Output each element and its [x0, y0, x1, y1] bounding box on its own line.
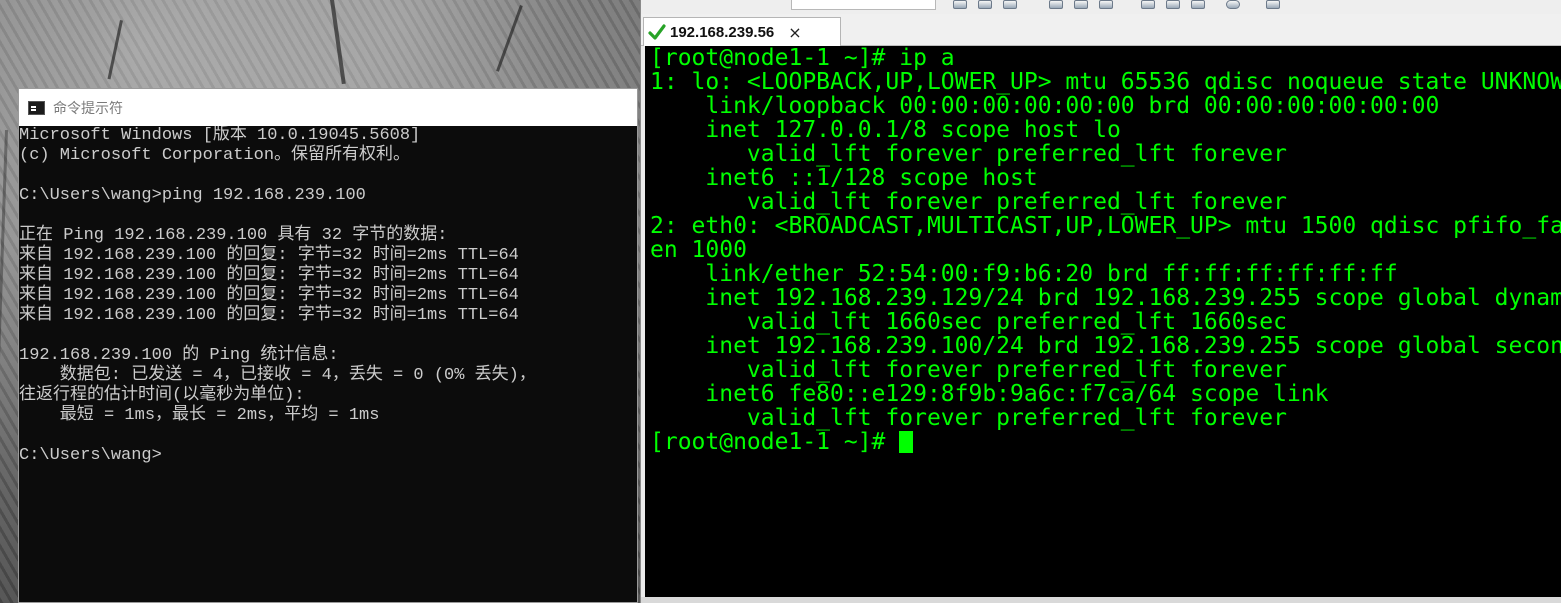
terminal-screen[interactable]: [root@node1-1 ~]# ip a 1: lo: <LOOPBACK,U…	[645, 46, 1561, 597]
terminal-output-line: inet6 ::1/128 scope host	[650, 165, 1038, 191]
cmd-output-line	[19, 206, 637, 226]
cmd-output-line: C:\Users\wang>ping 192.168.239.100	[19, 186, 366, 205]
terminal-output-line: link/ether 52:54:00:f9:b6:20 brd ff:ff:f…	[650, 261, 1398, 287]
terminal-output-line: link/loopback 00:00:00:00:00:00 brd 00:0…	[650, 93, 1440, 119]
wallpaper-crack	[496, 5, 523, 72]
terminal-cursor	[899, 431, 914, 453]
cmd-output-line: 来自 192.168.239.100 的回复: 字节=32 时间=2ms TTL…	[19, 286, 519, 305]
toolbar-button[interactable]	[1049, 0, 1063, 9]
toolbar-button[interactable]	[1074, 0, 1088, 9]
toolbar-button[interactable]	[1099, 0, 1113, 9]
wallpaper-crack	[330, 0, 346, 85]
console-icon	[28, 100, 45, 115]
cmd-output[interactable]: Microsoft Windows [版本 10.0.19045.5608] (c…	[19, 126, 637, 603]
terminal-output[interactable]: [root@node1-1 ~]# ip a 1: lo: <LOOPBACK,U…	[645, 46, 1561, 430]
session-tab-bar: 192.168.239.56 ×	[641, 14, 1561, 46]
cmd-output-line: 来自 192.168.239.100 的回复: 字节=32 时间=1ms TTL…	[19, 306, 519, 325]
close-icon[interactable]: ×	[788, 23, 801, 42]
ssh-terminal-app: 192.168.239.56 × [root@node1-1 ~]# ip a1…	[640, 0, 1561, 603]
cmd-output-line: 往返行程的估计时间(以毫秒为单位):	[19, 386, 305, 405]
cmd-output-line	[19, 326, 637, 346]
terminal-prompt-line[interactable]: [root@node1-1 ~]#	[645, 430, 1561, 454]
cmd-title-bar[interactable]: 命令提示符	[19, 89, 637, 126]
session-tab[interactable]: 192.168.239.56 ×	[643, 17, 841, 46]
toolbar-address-input[interactable]	[791, 0, 936, 10]
terminal-output-line: inet 192.168.239.100/24 brd 192.168.239.…	[650, 333, 1561, 359]
cmd-output-line: 正在 Ping 192.168.239.100 具有 32 字节的数据:	[19, 226, 448, 245]
terminal-output-line: valid_lft 1660sec preferred_lft 1660sec	[650, 309, 1287, 335]
terminal-toolbar	[641, 0, 1561, 14]
cmd-output-line	[19, 166, 637, 186]
toolbar-button[interactable]	[1191, 0, 1205, 9]
cmd-output-line: 来自 192.168.239.100 的回复: 字节=32 时间=2ms TTL…	[19, 266, 519, 285]
cmd-output-line: 来自 192.168.239.100 的回复: 字节=32 时间=2ms TTL…	[19, 246, 519, 265]
toolbar-button[interactable]	[1266, 0, 1280, 9]
cmd-output-line: 最短 = 1ms，最长 = 2ms，平均 = 1ms	[19, 406, 380, 425]
toolbar-button[interactable]	[1141, 0, 1155, 9]
terminal-output-line: inet6 fe80::e129:8f9b:9a6c:f7ca/64 scope…	[650, 381, 1329, 407]
terminal-prompt: [root@node1-1 ~]#	[650, 429, 886, 455]
terminal-output-line: valid_lft forever preferred_lft forever	[650, 141, 1287, 167]
cmd-window-title: 命令提示符	[53, 100, 123, 117]
toolbar-button[interactable]	[1003, 0, 1017, 9]
wallpaper-crack	[0, 130, 8, 600]
terminal-output-line: 1: lo: <LOOPBACK,UP,LOWER_UP> mtu 65536 …	[650, 69, 1561, 95]
terminal-output-line: [root@node1-1 ~]# ip a	[650, 46, 955, 71]
toolbar-button[interactable]	[978, 0, 992, 9]
toolbar-button[interactable]	[953, 0, 967, 9]
toolbar-button[interactable]	[1166, 0, 1180, 9]
cmd-output-line: Microsoft Windows [版本 10.0.19045.5608]	[19, 126, 421, 145]
terminal-output-line: valid_lft forever preferred_lft forever	[650, 189, 1287, 215]
session-tab-label: 192.168.239.56	[670, 23, 775, 41]
terminal-status-bar	[641, 597, 1561, 603]
cmd-output-line: 192.168.239.100 的 Ping 统计信息:	[19, 346, 339, 365]
cmd-output-line: C:\Users\wang>	[19, 446, 162, 465]
check-icon	[648, 23, 666, 41]
help-icon[interactable]	[1226, 0, 1240, 9]
terminal-output-line: inet 127.0.0.1/8 scope host lo	[650, 117, 1121, 143]
terminal-output-line: en 1000	[650, 237, 747, 263]
cmd-output-line: (c) Microsoft Corporation。保留所有权利。	[19, 146, 411, 165]
terminal-output-line: inet 192.168.239.129/24 brd 192.168.239.…	[650, 285, 1561, 311]
wallpaper-crack	[107, 20, 123, 80]
cmd-output-line	[19, 426, 637, 446]
terminal-output-line: 2: eth0: <BROADCAST,MULTICAST,UP,LOWER_U…	[650, 213, 1561, 239]
command-prompt-window[interactable]: 命令提示符 Microsoft Windows [版本 10.0.19045.5…	[18, 88, 638, 603]
terminal-output-line: valid_lft forever preferred_lft forever	[650, 357, 1287, 383]
terminal-output-line: valid_lft forever preferred_lft forever	[650, 405, 1287, 431]
cmd-output-line: 数据包: 已发送 = 4，已接收 = 4，丢失 = 0 (0% 丢失)，	[19, 366, 536, 385]
